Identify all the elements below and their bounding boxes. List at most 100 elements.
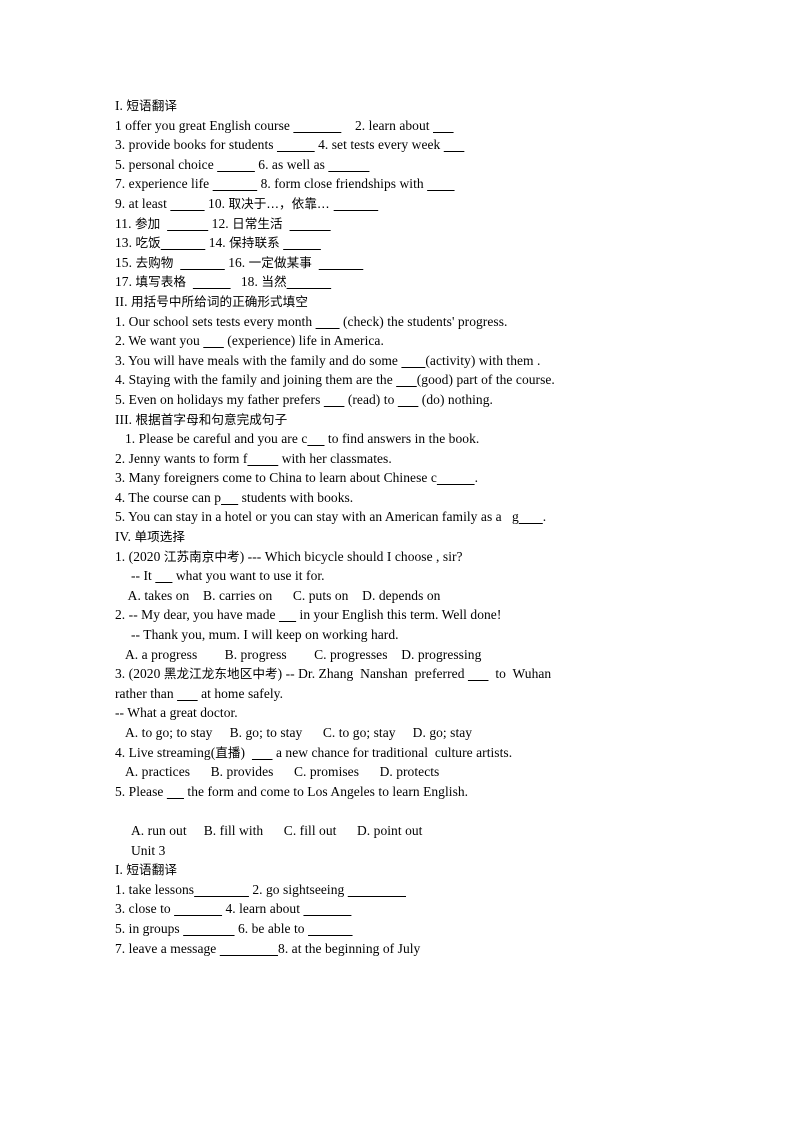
answer-blank[interactable] (334, 196, 379, 211)
answer-blank[interactable] (283, 235, 321, 250)
answer-blank[interactable] (519, 509, 543, 524)
answer-blank[interactable] (193, 274, 231, 289)
text-run: 2. learn about (341, 117, 433, 133)
text-run (115, 803, 118, 818)
exercise-line (115, 801, 700, 821)
exercise-line: 7. experience life 8. form close friends… (115, 174, 700, 194)
answer-blank[interactable] (303, 901, 351, 916)
answer-blank[interactable] (328, 157, 369, 172)
text-run: a new chance for traditional culture art… (272, 744, 513, 760)
answer-blank[interactable] (194, 882, 249, 897)
answer-blank[interactable] (221, 490, 238, 505)
text-run: students with books. (238, 489, 354, 505)
text-run: . (474, 470, 479, 486)
text-run: ) (240, 744, 252, 760)
answer-blank[interactable] (293, 118, 341, 133)
answer-blank[interactable] (437, 470, 475, 485)
text-run: ) -- Dr. Zhang Nanshan preferred (277, 666, 468, 682)
text-run: 3. close to (115, 901, 175, 917)
exercise-line: 5. personal choice 6. as well as (115, 155, 700, 175)
text-run: . (542, 509, 547, 525)
section-heading-label: 短语翻译 (126, 862, 177, 878)
exercise-line: 4. Live streaming(直播) a new chance for t… (115, 743, 700, 763)
text-run: (good) part of the course. (416, 372, 555, 388)
exercise-line: 7. leave a message 8. at the beginning o… (115, 939, 700, 959)
text-run: 1 offer you great English course (115, 117, 294, 133)
text-run: rather than (115, 685, 178, 701)
text-run (312, 255, 319, 270)
answer-blank[interactable] (174, 901, 222, 916)
answer-blank[interactable] (308, 921, 353, 936)
exercise-line: 3. close to 4. learn about (115, 899, 700, 919)
answer-blank[interactable] (348, 882, 406, 897)
answer-blank[interactable] (277, 137, 315, 152)
text-run: 10. (204, 195, 229, 211)
answer-blank[interactable] (177, 686, 198, 701)
text-run: 7. leave a message (115, 940, 220, 956)
answer-blank[interactable] (316, 314, 340, 329)
text-run: 7. experience life (115, 176, 213, 192)
answer-blank[interactable] (220, 941, 278, 956)
answer-blank[interactable] (203, 333, 224, 348)
text-run: in your English this term. Well done! (296, 607, 502, 623)
section-numeral: III. (115, 411, 136, 427)
chinese-text: 日常生活 (232, 215, 283, 231)
answer-blank[interactable] (401, 353, 425, 368)
answer-blank[interactable] (170, 196, 204, 211)
answer-blank[interactable] (180, 255, 225, 270)
answer-blank[interactable] (161, 235, 206, 250)
answer-blank[interactable] (468, 666, 489, 681)
section-heading: I. 短语翻译 (115, 860, 700, 880)
text-run: 15. (115, 254, 136, 270)
section-heading: II. 用括号中所给词的正确形式填空 (115, 292, 700, 312)
text-run: A. a progress B. progress C. progresses … (125, 646, 482, 662)
exercise-line: 17. 填写表格 18. 当然 (115, 272, 700, 292)
answer-blank[interactable] (290, 216, 331, 231)
answer-blank[interactable] (324, 392, 345, 407)
exercise-line: 3. provide books for students 4. set tes… (115, 135, 700, 155)
text-run: (do) nothing. (418, 391, 493, 407)
answer-blank[interactable] (247, 451, 278, 466)
answer-blank[interactable] (287, 274, 332, 289)
text-run: 3. provide books for students (115, 137, 277, 153)
answer-blank[interactable] (213, 176, 258, 191)
answer-blank[interactable] (433, 118, 454, 133)
section-numeral: IV. (115, 529, 135, 545)
exercise-line: 2. Jenny wants to form f with her classm… (115, 449, 700, 469)
answer-blank[interactable] (319, 255, 364, 270)
answer-blank[interactable] (155, 568, 172, 583)
exercise-line: A. takes on B. carries on C. puts on D. … (115, 586, 700, 606)
worksheet-page: I. 短语翻译 1 offer you great English course … (0, 0, 794, 1123)
answer-blank[interactable] (444, 137, 465, 152)
text-run: A. practices B. provides C. promises D. … (125, 764, 440, 780)
exercise-line: -- Thank you, mum. I will keep on workin… (115, 625, 700, 645)
answer-blank[interactable] (167, 784, 184, 799)
answer-blank[interactable] (307, 431, 324, 446)
answer-blank[interactable] (396, 372, 417, 387)
section-heading-label: 单项选择 (134, 529, 186, 545)
answer-blank[interactable] (167, 216, 208, 231)
text-run: to Wuhan (488, 666, 552, 682)
answer-blank[interactable] (398, 392, 419, 407)
text-run: 2. -- My dear, you have made (115, 607, 279, 623)
answer-blank[interactable] (183, 921, 234, 936)
chinese-text: 直播 (215, 744, 241, 760)
text-run: -- What a great doctor. (115, 705, 238, 721)
section-heading: IV. 单项选择 (115, 527, 700, 547)
chinese-text: 一定做某事 (248, 254, 312, 270)
text-run: 5. Please (115, 783, 167, 799)
section-heading: I. 短语翻译 (115, 96, 700, 116)
text-run: 4. set tests every week (314, 137, 444, 153)
exercise-line: 13. 吃饭 14. 保持联系 (115, 233, 700, 253)
answer-blank[interactable] (252, 745, 273, 760)
chinese-text: 参加 (134, 215, 161, 231)
answer-blank[interactable] (279, 607, 296, 622)
section-heading: III. 根据首字母和句意完成句子 (115, 410, 700, 430)
exercise-line: -- What a great doctor. (115, 703, 700, 723)
text-run: 6. as well as (254, 156, 329, 172)
text-run: at home safely. (197, 685, 284, 701)
text-run: the form and come to Los Angeles to lear… (184, 783, 469, 799)
answer-blank[interactable] (217, 157, 255, 172)
exercise-line: rather than at home safely. (115, 684, 700, 704)
answer-blank[interactable] (427, 176, 454, 191)
